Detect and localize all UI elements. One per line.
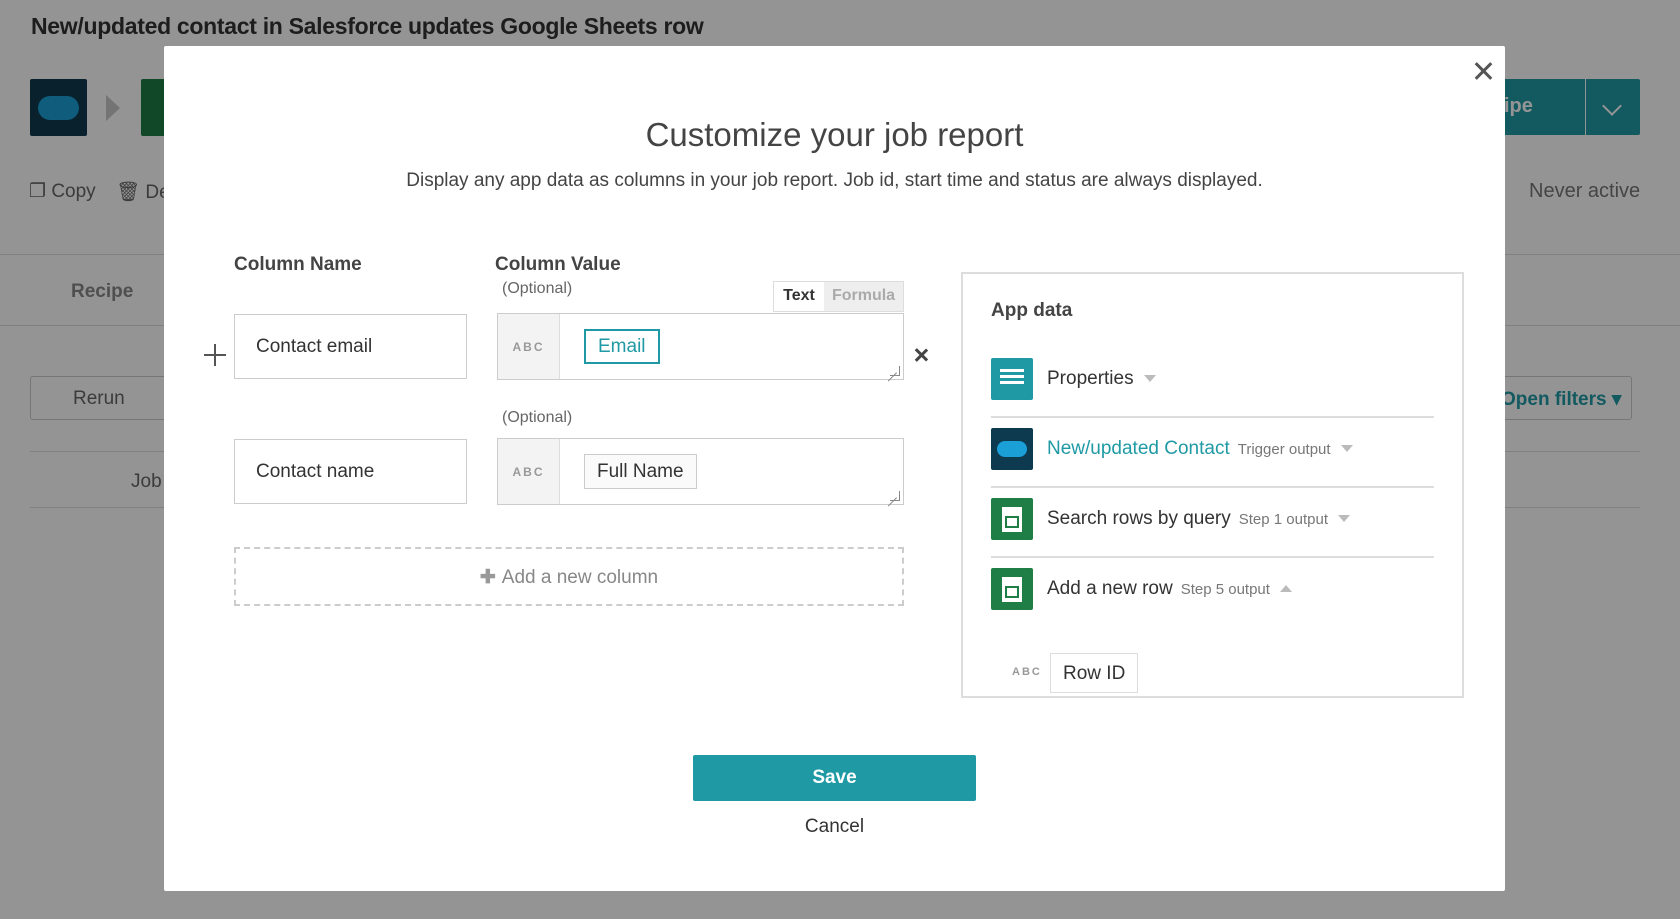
app-data-item-add-row[interactable]: Add a new row Step 5 output xyxy=(991,558,1434,628)
app-data-item-properties[interactable]: Properties xyxy=(991,348,1434,418)
app-data-item-search-rows[interactable]: Search rows by query Step 1 output xyxy=(991,488,1434,558)
app-item-label: Add a new row xyxy=(1047,578,1173,599)
google-sheets-icon xyxy=(991,498,1033,540)
toggle-formula[interactable]: Formula xyxy=(824,282,903,311)
column-name-input[interactable]: Contact email xyxy=(234,314,467,379)
save-button[interactable]: Save xyxy=(693,755,976,801)
optional-label: (Optional) xyxy=(502,409,573,426)
app-data-title: App data xyxy=(991,300,1073,321)
toggle-text[interactable]: Text xyxy=(774,282,824,311)
remove-column-icon[interactable] xyxy=(912,346,930,364)
abc-type-label: ABC xyxy=(498,439,560,504)
add-new-column-button[interactable]: ✚ Add a new column xyxy=(234,547,904,606)
column-name-header: Column Name xyxy=(234,254,362,275)
add-column-label: Add a new column xyxy=(501,567,659,588)
app-item-label: New/updated Contact xyxy=(1047,438,1230,459)
properties-list-icon xyxy=(991,358,1033,400)
text-formula-toggle: Text Formula xyxy=(773,281,904,312)
chevron-down-icon xyxy=(1340,445,1353,453)
column-value-field[interactable]: ABC Email xyxy=(497,313,904,380)
resize-handle-icon[interactable] xyxy=(890,491,900,501)
full-name-datapill[interactable]: Full Name xyxy=(584,454,697,489)
plus-icon: ✚ xyxy=(479,567,496,588)
app-item-label: Search rows by query xyxy=(1047,508,1231,529)
column-value-header: Column Value xyxy=(495,254,621,275)
app-item-label: Properties xyxy=(1047,368,1134,389)
google-sheets-icon xyxy=(991,568,1033,610)
chevron-down-icon xyxy=(1338,515,1350,523)
chevron-up-icon xyxy=(1279,585,1292,593)
close-icon[interactable] xyxy=(1468,56,1498,86)
customize-job-report-modal: Customize your job report Display any ap… xyxy=(164,46,1505,891)
column-value-field[interactable]: ABC Full Name xyxy=(497,438,904,505)
app-item-sub: Step 1 output xyxy=(1238,511,1328,528)
modal-title: Customize your job report xyxy=(645,116,1024,153)
column-name-input[interactable]: Contact name xyxy=(234,439,467,504)
chevron-down-icon xyxy=(1143,375,1156,383)
abc-type-label: ABC xyxy=(1012,666,1042,678)
app-data-panel: App data Properties New/updated Contact T… xyxy=(961,272,1464,698)
abc-type-label: ABC xyxy=(498,314,560,379)
modal-subtitle: Display any app data as columns in your … xyxy=(406,170,1263,191)
app-item-sub: Step 5 output xyxy=(1180,581,1270,598)
drag-handle-icon[interactable] xyxy=(204,344,226,366)
app-item-sub: Trigger output xyxy=(1237,441,1331,458)
row-id-datapill[interactable]: Row ID xyxy=(1050,653,1139,693)
email-datapill[interactable]: Email xyxy=(584,329,660,364)
cancel-button[interactable]: Cancel xyxy=(693,816,976,838)
app-data-item-trigger[interactable]: New/updated Contact Trigger output xyxy=(991,418,1434,488)
resize-handle-icon[interactable] xyxy=(890,366,900,376)
optional-label: (Optional) xyxy=(502,280,573,297)
salesforce-icon xyxy=(991,428,1033,470)
